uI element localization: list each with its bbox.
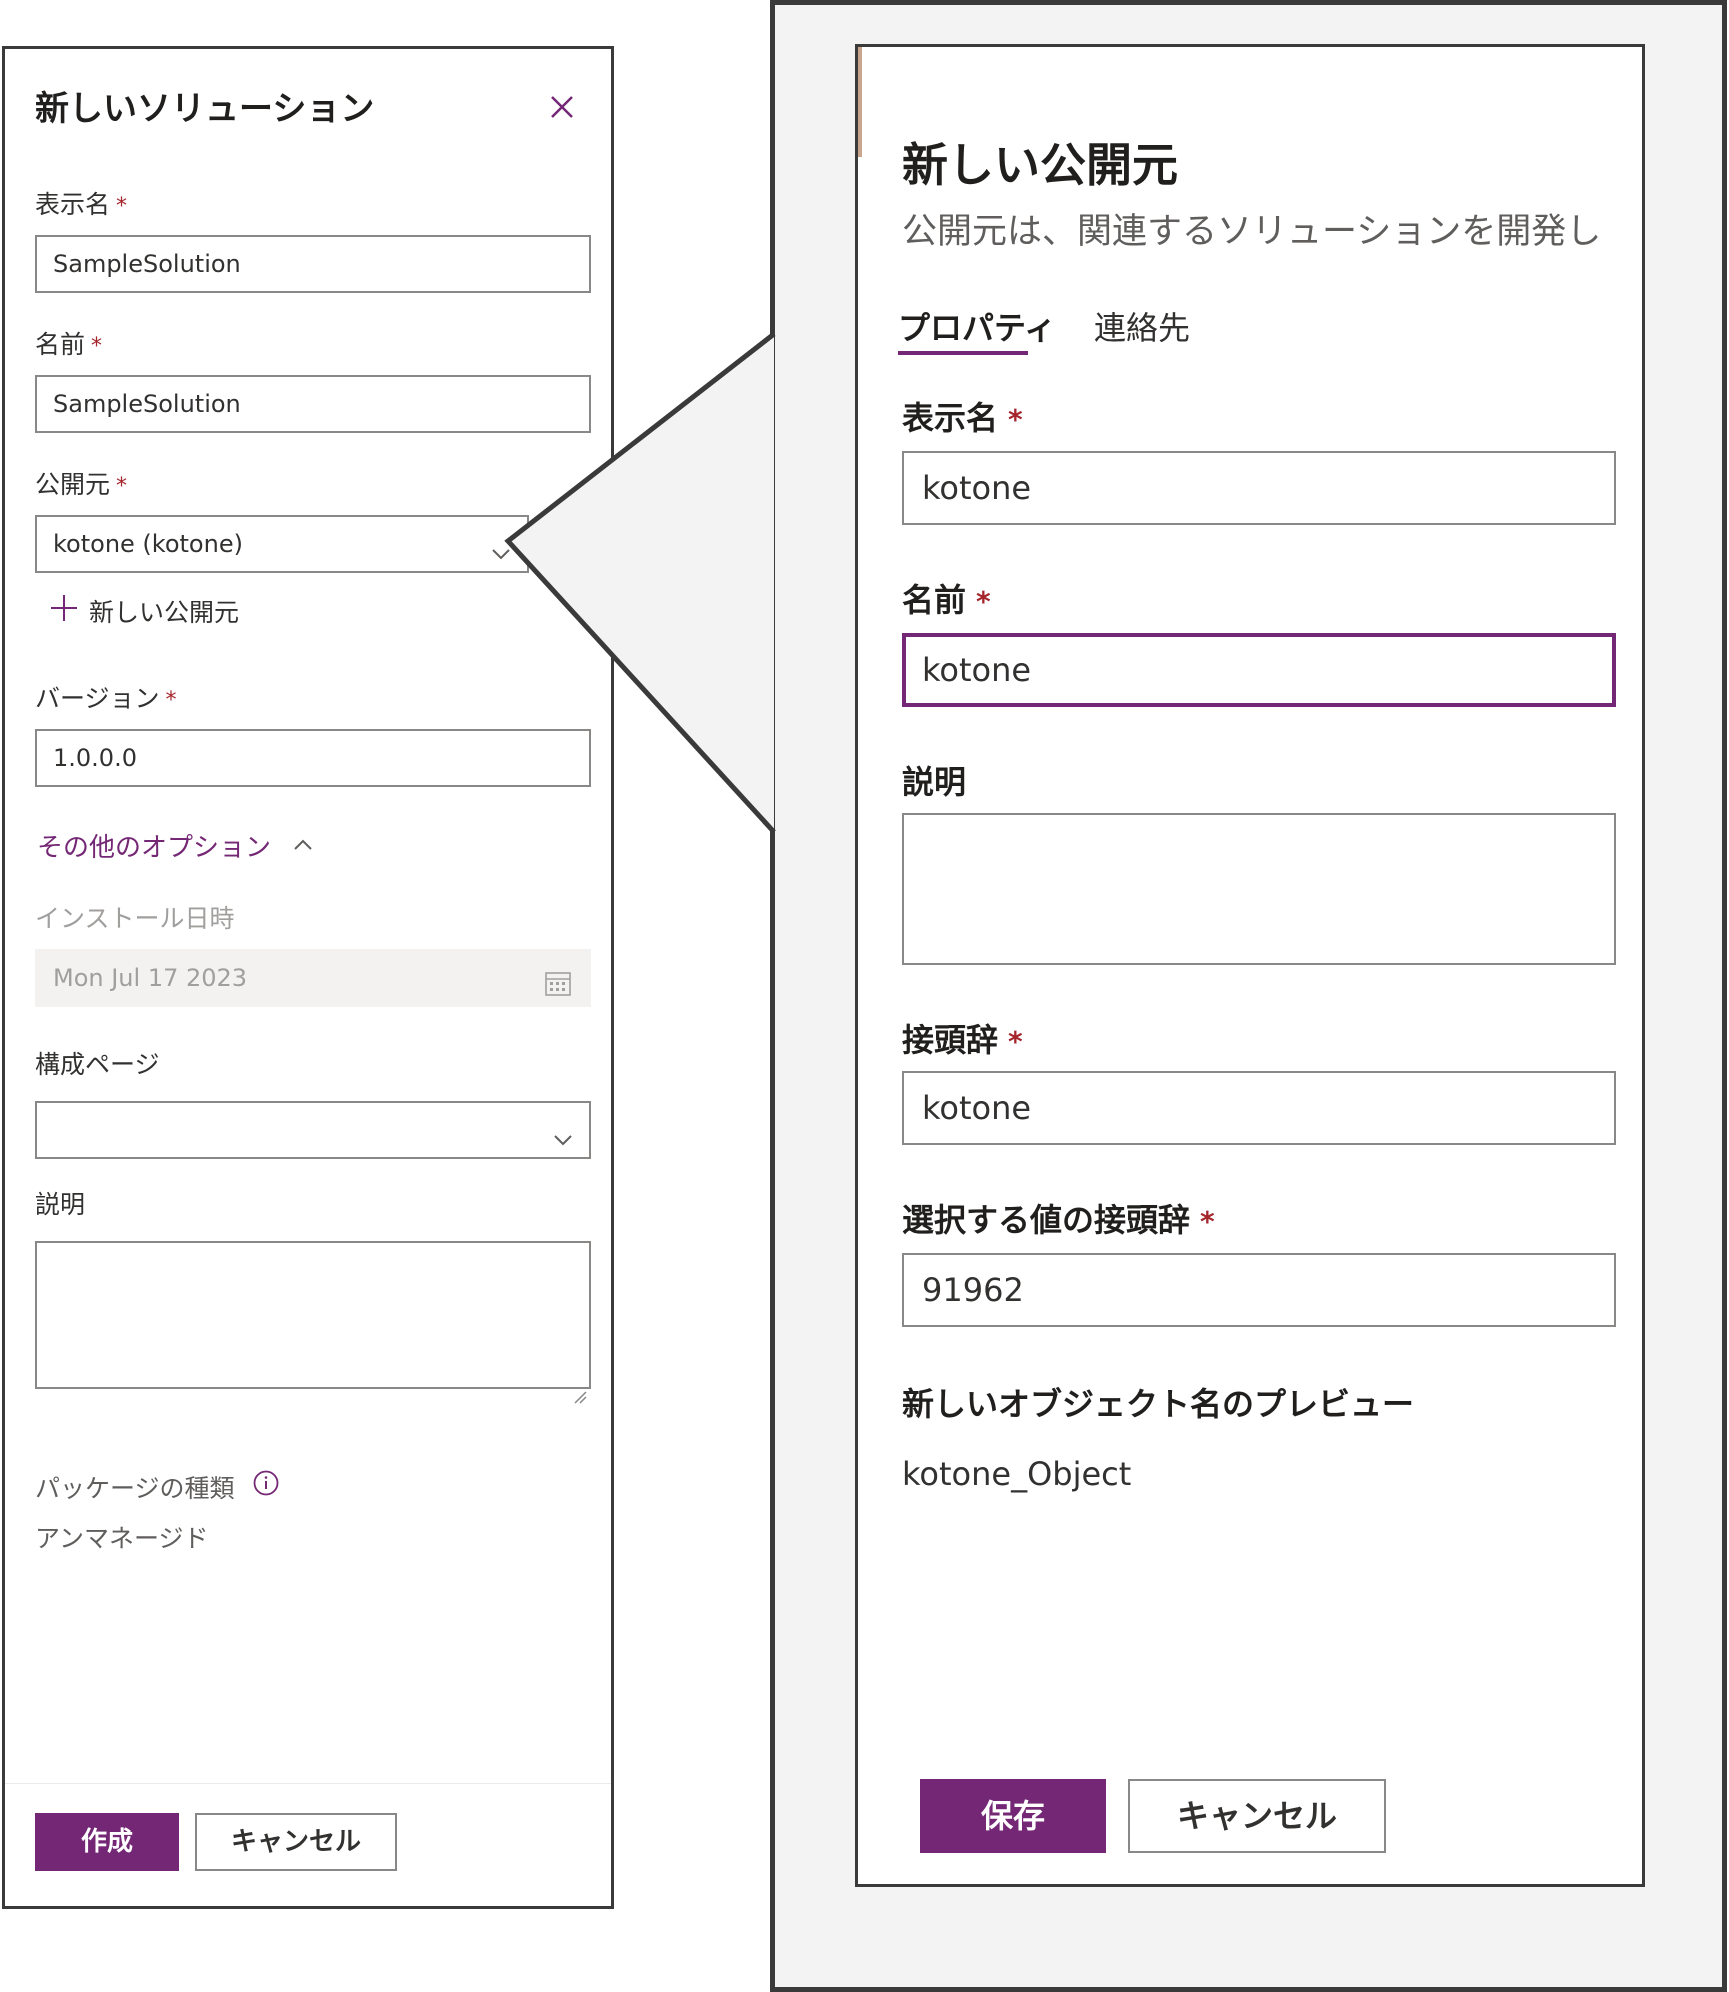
required-marker: * bbox=[91, 334, 103, 359]
display-name-label: 表示名 * bbox=[35, 185, 127, 221]
description-textarea[interactable] bbox=[902, 813, 1616, 965]
new-publisher-panel: 新しい公開元 公開元は、関連するソリューションを開発し プロパティ 連絡先 表示… bbox=[855, 44, 1645, 1887]
required-marker: * bbox=[1008, 403, 1023, 436]
tab-properties[interactable]: プロパティ bbox=[898, 303, 1056, 349]
choice-prefix-field[interactable]: 91962 bbox=[902, 1253, 1616, 1327]
publisher-value: kotone (kotone) bbox=[53, 530, 243, 558]
tab-contacts[interactable]: 連絡先 bbox=[1094, 303, 1190, 349]
close-icon[interactable] bbox=[542, 87, 582, 127]
prefix-label: 接頭辞 * bbox=[902, 1015, 1023, 1061]
description-label: 説明 bbox=[902, 763, 967, 801]
install-date-label: インストール日時 bbox=[35, 904, 235, 933]
display-name-field[interactable]: SampleSolution bbox=[35, 235, 591, 293]
publisher-dropdown[interactable]: kotone (kotone) bbox=[35, 515, 529, 573]
publisher-label: 公開元 * bbox=[35, 465, 127, 501]
prefix-label-text: 接頭辞 bbox=[902, 1021, 999, 1059]
display-name-label-text: 表示名 bbox=[902, 399, 999, 437]
version-label: バージョン * bbox=[35, 679, 177, 715]
display-name-label-text: 表示名 bbox=[35, 190, 111, 219]
name-field[interactable]: kotone bbox=[902, 633, 1616, 707]
cancel-button[interactable]: キャンセル bbox=[1128, 1779, 1386, 1853]
chevron-down-icon bbox=[551, 1117, 575, 1146]
name-label: 名前 * bbox=[35, 325, 102, 361]
create-button[interactable]: 作成 bbox=[35, 1813, 179, 1871]
description-textarea[interactable] bbox=[35, 1241, 591, 1404]
choice-prefix-label: 選択する値の接頭辞 * bbox=[902, 1195, 1215, 1241]
display-name-field[interactable]: kotone bbox=[902, 451, 1616, 525]
preview-label: 新しいオブジェクト名のプレビュー bbox=[902, 1385, 1415, 1423]
panel-edge-accent bbox=[858, 47, 862, 157]
package-type-label: パッケージの種類 bbox=[35, 1469, 280, 1505]
name-label-text: 名前 bbox=[35, 330, 86, 359]
new-solution-panel: 新しいソリューション 表示名 * SampleSolution 名前 * Sampl… bbox=[2, 46, 614, 1909]
install-date-value: Mon Jul 17 2023 bbox=[53, 964, 248, 992]
panel-title: 新しいソリューション bbox=[35, 89, 375, 129]
new-publisher-label: 新しい公開元 bbox=[89, 598, 240, 627]
package-type-value: アンマネージド bbox=[35, 1524, 209, 1553]
name-label-text: 名前 bbox=[902, 581, 967, 619]
chevron-up-icon bbox=[291, 833, 315, 864]
resize-grip-icon[interactable] bbox=[571, 1369, 587, 1404]
panel-title: 新しい公開元 bbox=[902, 138, 1178, 192]
cancel-button[interactable]: キャンセル bbox=[195, 1813, 397, 1871]
required-marker: * bbox=[165, 688, 177, 713]
required-marker: * bbox=[1200, 1205, 1215, 1238]
required-marker: * bbox=[976, 585, 991, 618]
panel-description: 公開元は、関連するソリューションを開発し bbox=[902, 212, 1602, 252]
version-field[interactable]: 1.0.0.0 bbox=[35, 729, 591, 787]
publisher-label-text: 公開元 bbox=[35, 470, 111, 499]
info-icon[interactable] bbox=[252, 1469, 280, 1503]
required-marker: * bbox=[116, 194, 128, 219]
required-marker: * bbox=[1008, 1025, 1023, 1058]
save-button[interactable]: 保存 bbox=[920, 1779, 1106, 1853]
config-page-dropdown[interactable] bbox=[35, 1101, 591, 1159]
choice-prefix-label-text: 選択する値の接頭辞 bbox=[902, 1201, 1191, 1239]
name-label: 名前 * bbox=[902, 575, 991, 621]
config-page-label: 構成ページ bbox=[35, 1050, 160, 1079]
active-tab-indicator bbox=[898, 351, 1028, 355]
package-type-label-text: パッケージの種類 bbox=[35, 1474, 235, 1503]
version-label-text: バージョン bbox=[35, 684, 160, 713]
chevron-down-icon bbox=[489, 531, 513, 560]
more-options-label: その他のオプション bbox=[37, 833, 272, 863]
add-icon bbox=[49, 593, 79, 629]
preview-value: kotone_Object bbox=[902, 1455, 1132, 1493]
required-marker: * bbox=[116, 474, 128, 499]
description-label: 説明 bbox=[35, 1190, 86, 1219]
display-name-label: 表示名 * bbox=[902, 393, 1023, 439]
new-publisher-button[interactable]: 新しい公開元 bbox=[49, 593, 239, 629]
install-date-field: Mon Jul 17 2023 bbox=[35, 949, 591, 1007]
more-options-toggle[interactable]: その他のオプション bbox=[37, 827, 315, 864]
calendar-icon bbox=[543, 963, 573, 996]
name-field[interactable]: SampleSolution bbox=[35, 375, 591, 433]
prefix-field[interactable]: kotone bbox=[902, 1071, 1616, 1145]
footer-divider bbox=[5, 1783, 611, 1784]
